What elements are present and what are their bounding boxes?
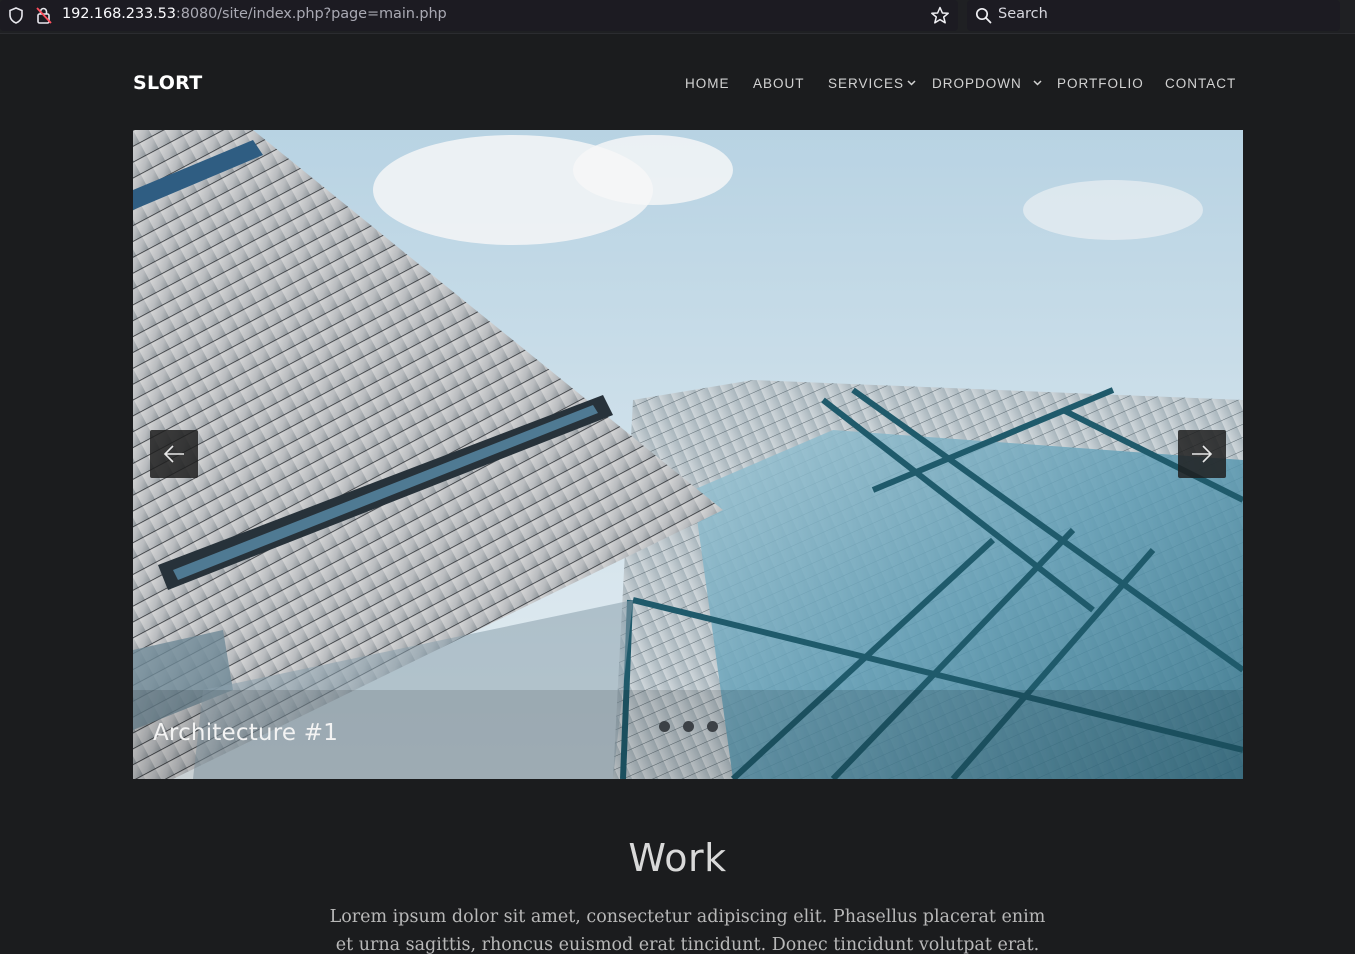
address-bar[interactable]: 192.168.233.53:8080/site/index.php?page=… [0,0,958,31]
nav-services-label: SERVICES [828,76,905,91]
chevron-down-icon [907,80,916,86]
section-title-work: Work [628,836,727,880]
search-icon [975,7,992,24]
bookmark-star-icon[interactable] [930,6,950,25]
arrow-right-icon [1192,445,1213,463]
nav-dropdown-label: DROPDOWN [932,76,1022,91]
slide-caption: Architecture #1 [153,720,339,746]
hero-slider[interactable]: Architecture #1 [133,130,1243,779]
slider-dot[interactable] [659,721,670,732]
url-text: 192.168.233.53:8080/site/index.php?page=… [62,6,447,22]
nav-services[interactable]: SERVICES [828,76,916,91]
main-nav: HOME ABOUT SERVICES DROPDOWN PORTFOLIO C… [0,76,1355,96]
slider-prev-button[interactable] [150,430,198,478]
nav-contact[interactable]: CONTACT [1165,76,1236,91]
section-intro-text: Lorem ipsum dolor sit amet, consectetur … [329,907,1046,954]
nav-portfolio[interactable]: PORTFOLIO [1057,76,1144,91]
nav-dropdown[interactable]: DROPDOWN [932,76,1042,91]
shield-icon[interactable] [8,7,24,24]
slider-dot[interactable] [707,721,718,732]
nav-home[interactable]: HOME [685,76,730,91]
browser-toolbar: 192.168.233.53:8080/site/index.php?page=… [0,0,1355,34]
browser-search-box[interactable]: Search [967,0,1340,31]
chevron-down-icon [1033,80,1042,86]
slide-image-architecture [133,130,1243,779]
search-placeholder: Search [998,6,1048,22]
slider-dot[interactable] [683,721,694,732]
nav-about[interactable]: ABOUT [753,76,805,91]
insecure-lock-icon[interactable] [35,6,53,24]
slider-next-button[interactable] [1178,430,1226,478]
arrow-left-icon [163,445,184,463]
